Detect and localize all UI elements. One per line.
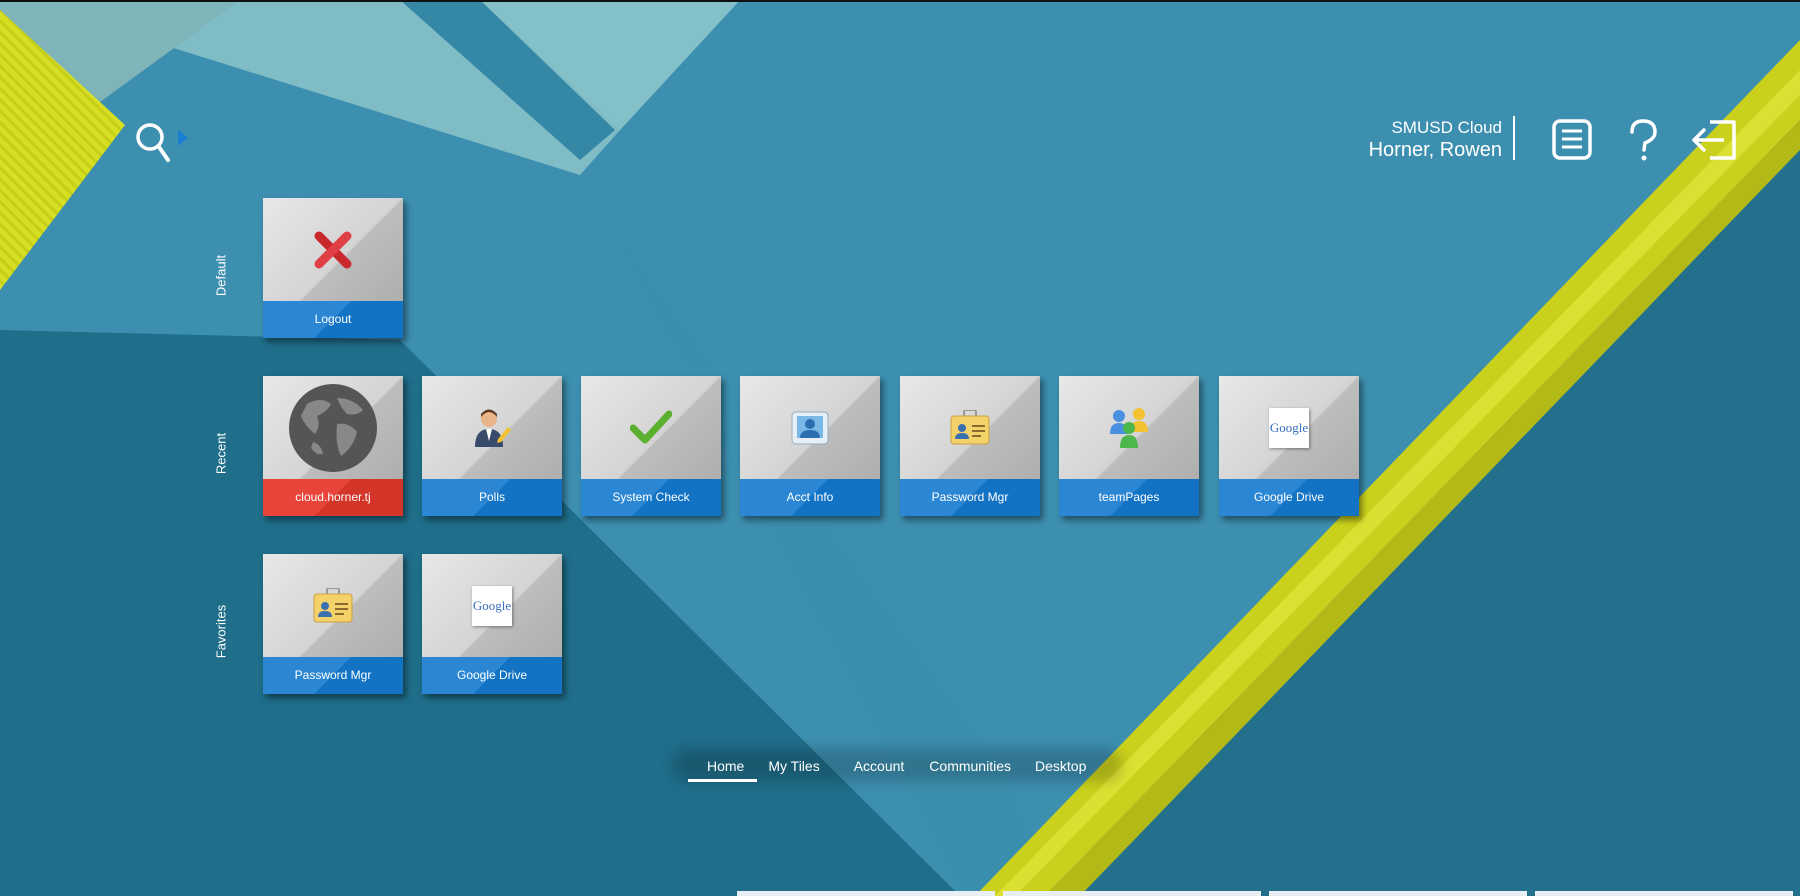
tile-teampages[interactable]: teamPages xyxy=(1059,376,1199,516)
menu-button[interactable] xyxy=(1548,118,1596,162)
tile-label: Google Drive xyxy=(1219,479,1359,516)
header-divider xyxy=(1513,116,1515,160)
globe-icon xyxy=(263,376,403,479)
red-x-icon xyxy=(263,198,403,301)
taskbar-item[interactable] xyxy=(1269,891,1527,896)
google-icon: Google xyxy=(1219,376,1359,479)
tile-label: Logout xyxy=(263,301,403,338)
taskbar-item[interactable] xyxy=(1003,891,1261,896)
user-name: Horner, Rowen xyxy=(1368,139,1502,161)
tile-google-drive[interactable]: Google Google Drive xyxy=(1219,376,1359,516)
tile-polls[interactable]: Polls xyxy=(422,376,562,516)
search-icon xyxy=(136,123,188,162)
nav-account[interactable]: Account xyxy=(838,752,915,780)
tile-label: Google Drive xyxy=(422,657,562,694)
tile-cloud-horner[interactable]: cloud.horner.tj xyxy=(263,376,403,516)
taskbar-item[interactable] xyxy=(737,891,995,896)
nav-home[interactable]: Home xyxy=(678,752,767,782)
nav-communities[interactable]: Communities xyxy=(914,752,1021,780)
tile-label: Password Mgr xyxy=(263,657,403,694)
tile-label: teamPages xyxy=(1059,479,1199,516)
user-card-icon xyxy=(740,376,880,479)
group-label-favorites: Favorites xyxy=(213,604,229,659)
nav-desktop[interactable]: Desktop xyxy=(1021,752,1096,780)
taskbar-item[interactable] xyxy=(1535,891,1793,896)
menu-icon xyxy=(1552,119,1592,160)
google-logo-text: Google xyxy=(1269,419,1309,435)
account-info: SMUSD Cloud Horner, Rowen xyxy=(1369,118,1502,162)
logout-icon xyxy=(1692,120,1736,160)
group-label-recent: Recent xyxy=(213,432,229,475)
tile-acct-info[interactable]: Acct Info xyxy=(740,376,880,516)
tile-label: cloud.horner.tj xyxy=(263,479,403,516)
person-pencil-icon xyxy=(422,376,562,479)
group-people-icon xyxy=(1059,376,1199,479)
help-icon xyxy=(1630,119,1657,161)
help-button[interactable] xyxy=(1620,118,1668,162)
nav-my-tiles[interactable]: My Tiles xyxy=(767,752,837,780)
tile-system-check[interactable]: System Check xyxy=(581,376,721,516)
org-name: SMUSD Cloud xyxy=(1391,118,1502,137)
id-badge-icon xyxy=(900,376,1040,479)
tile-label: Polls xyxy=(422,479,562,516)
tile-label: System Check xyxy=(581,479,721,516)
logout-button[interactable] xyxy=(1690,118,1740,162)
tile-google-drive-fav[interactable]: Google Google Drive xyxy=(422,554,562,694)
bottom-nav: Home My Tiles Account Communities Deskto… xyxy=(678,752,1096,784)
tile-label: Acct Info xyxy=(740,479,880,516)
tile-password-mgr-fav[interactable]: Password Mgr xyxy=(263,554,403,694)
tile-password-mgr[interactable]: Password Mgr xyxy=(900,376,1040,516)
tile-logout[interactable]: Logout xyxy=(263,198,403,338)
checkmark-icon xyxy=(581,376,721,479)
google-logo-text: Google xyxy=(472,597,512,613)
group-label-default: Default xyxy=(213,254,229,297)
google-icon: Google xyxy=(422,554,562,657)
search-button[interactable] xyxy=(133,120,193,170)
tile-label: Password Mgr xyxy=(900,479,1040,516)
id-badge-icon xyxy=(263,554,403,657)
